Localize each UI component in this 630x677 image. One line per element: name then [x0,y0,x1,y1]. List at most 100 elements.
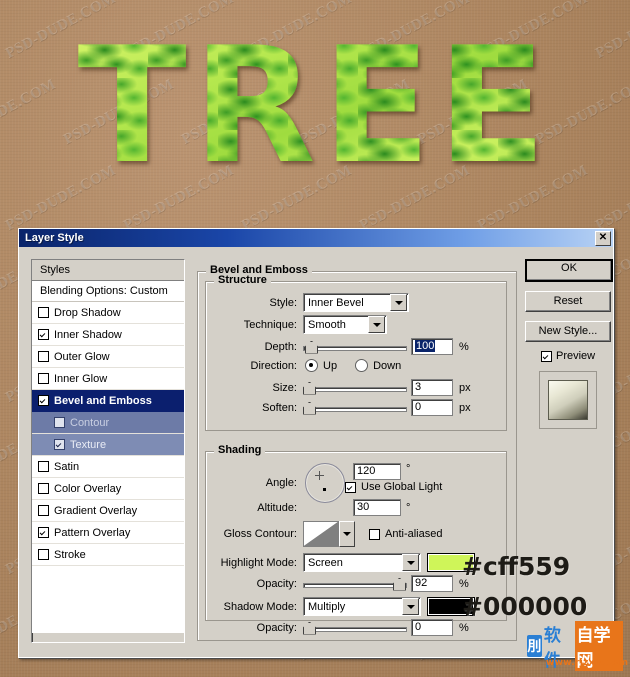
close-icon[interactable]: ✕ [595,230,611,246]
style-effect-label: Inner Shadow [54,328,122,341]
screenshot-root: PSD-DUDE.COM PSD-DUDE.COM PSD-DUDE.COM PSD-… [0,0,630,677]
altitude-label: Altitude: [257,501,297,514]
chevron-down-icon[interactable] [402,598,419,615]
style-effect-label: Drop Shadow [54,306,121,319]
style-effect-item[interactable]: Stroke [32,544,184,566]
style-effect-item[interactable]: Inner Glow [32,368,184,390]
size-input[interactable]: 3 [411,379,453,396]
style-effect-checkbox[interactable] [38,461,49,472]
size-label: Size: [272,381,297,394]
preview-checkbox[interactable] [541,350,552,362]
style-effect-item[interactable]: Satin [32,456,184,478]
depth-slider[interactable] [303,340,407,354]
artwork-headline-text: TREE [77,12,553,199]
styles-effect-list: Drop Shadow Inner Shadow Outer Glow Inner G… [32,302,184,633]
depth-input[interactable]: 100 [411,338,453,355]
style-effect-checkbox[interactable] [38,329,49,340]
style-effect-label: Satin [54,460,80,473]
chevron-down-icon[interactable] [368,316,385,333]
style-preview-thumbnail [539,371,597,429]
styles-panel: Styles Blending Options: Custom Drop Sha… [31,259,185,643]
highlight-mode-value: Screen [308,556,343,569]
angle-input[interactable]: 120 [353,463,401,480]
gloss-contour-label: Gloss Contour: [223,528,297,540]
style-effect-item[interactable]: Pattern Overlay [32,522,184,544]
style-select[interactable]: Inner Bevel [303,293,409,312]
style-effect-checkbox[interactable] [38,549,49,560]
direction-down-label: Down [373,359,402,372]
highlight-opacity-slider[interactable] [303,577,407,591]
size-unit: px [459,381,471,394]
depth-label: Depth: [264,340,297,353]
chevron-down-icon[interactable] [402,554,419,571]
altitude-input[interactable]: 30 [353,499,401,516]
depth-unit: % [459,340,469,353]
shadow-mode-select[interactable]: Multiply [303,597,421,616]
size-slider[interactable] [303,381,407,395]
style-effect-item[interactable]: Contour [32,412,184,434]
angle-unit: ° [406,463,411,475]
style-effect-checkbox[interactable] [54,417,65,428]
gloss-contour-row: Gloss Contour: Anti-aliased [205,521,505,547]
new-style-button[interactable]: New Style... [525,321,611,342]
style-effect-item[interactable]: Color Overlay [32,478,184,500]
technique-label: Technique: [243,318,297,331]
soften-slider[interactable] [303,401,407,415]
direction-down-radio[interactable] [355,359,369,372]
highlight-mode-label: Highlight Mode: [220,556,297,569]
style-effect-label: Gradient Overlay [54,504,138,517]
style-effect-label: Texture [70,438,107,451]
style-effect-item[interactable]: Drop Shadow [32,302,184,324]
reset-button[interactable]: Reset [525,291,611,312]
hex-annotations: #cff559 #000000 [462,547,587,627]
site-logo: 刖 软件 自学网 www.rjzxw.com [527,621,628,671]
style-effect-label: Color Overlay [54,482,122,495]
blending-options-item[interactable]: Blending Options: Custom [32,281,184,302]
preview-row[interactable]: Preview [525,350,603,362]
style-effect-checkbox[interactable] [38,351,49,362]
soften-input[interactable]: 0 [411,399,453,416]
shading-group-title: Shading [214,444,266,456]
style-effect-item[interactable]: Gradient Overlay [32,500,184,522]
style-effect-item[interactable]: Texture [32,434,184,456]
altitude-unit: ° [406,501,411,514]
style-effect-checkbox[interactable] [38,483,49,494]
dialog-titlebar[interactable]: Layer Style ✕ [19,229,613,247]
chevron-down-icon[interactable] [339,521,355,547]
style-effect-checkbox[interactable] [54,439,65,450]
style-effect-checkbox[interactable] [38,307,49,318]
highlight-opacity-label: Opacity: [256,577,297,590]
direction-row: Direction: Up Down [205,359,505,372]
ok-button[interactable]: OK [525,259,613,282]
style-effect-checkbox[interactable] [38,527,49,538]
shadow-mode-row: Shadow Mode: Multiply [205,597,505,616]
artwork-headline-wrapper: TREE [0,6,630,206]
use-global-light-checkbox[interactable] [345,481,356,493]
highlight-mode-select[interactable]: Screen [303,553,421,572]
gloss-contour-preview[interactable] [303,521,339,547]
use-global-light-row[interactable]: Use Global Light [345,481,442,493]
technique-select-value: Smooth [308,318,346,331]
chevron-down-icon[interactable] [390,294,407,311]
style-select-value: Inner Bevel [308,296,364,309]
style-effect-checkbox[interactable] [38,373,49,384]
style-effect-checkbox[interactable] [38,505,49,516]
style-effect-checkbox[interactable] [38,395,49,406]
size-row: Size: 3 px [205,379,505,396]
shadow-opacity-input[interactable]: 0 [411,619,453,636]
highlight-opacity-row: Opacity: 92 % [205,575,505,592]
style-preview-swatch [548,380,588,420]
anti-aliased-checkbox[interactable] [369,528,380,540]
style-effect-item[interactable]: Bevel and Emboss [32,390,184,412]
styles-panel-header[interactable]: Styles [32,260,184,281]
angle-label: Angle: [265,477,297,489]
angle-dial[interactable] [305,463,345,503]
preview-label: Preview [556,350,596,362]
style-effect-item[interactable]: Outer Glow [32,346,184,368]
style-effect-label: Pattern Overlay [54,526,131,539]
direction-up-radio[interactable] [305,359,318,372]
style-effect-item[interactable]: Inner Shadow [32,324,184,346]
shadow-opacity-slider[interactable] [303,621,407,635]
technique-select[interactable]: Smooth [303,315,387,334]
highlight-opacity-input[interactable]: 92 [411,575,453,592]
